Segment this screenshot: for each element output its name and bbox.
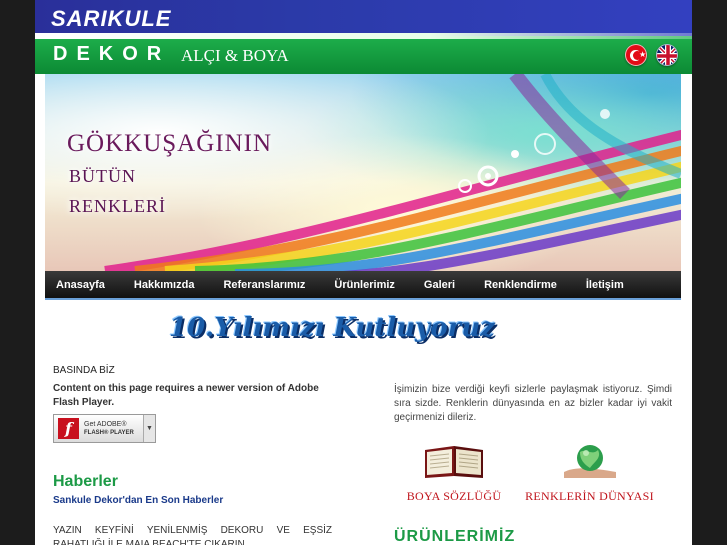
left-column: BASINDA BİZ Content on this page require… — [53, 365, 332, 545]
download-arrow-icon: ▼ — [143, 415, 155, 442]
news-subheading[interactable]: Sankule Dekor'dan En Son Haberler — [53, 495, 332, 506]
products-heading: ÜRÜNLERİMİZ — [394, 528, 516, 545]
main-nav: Anasayfa Hakkımızda Referanslarımız Ürün… — [45, 271, 681, 300]
intro-text: İşimizin bize verdiği keyfi sizlerle pay… — [394, 384, 672, 423]
turkish-flag-icon[interactable]: ★ — [625, 44, 647, 66]
paint-dictionary-link[interactable]: BOYA SÖZLÜĞÜ — [394, 442, 514, 504]
brand-tagline: ALÇI & BOYA — [181, 46, 289, 65]
brand-logo-bottom[interactable]: DEKOR — [53, 43, 170, 66]
hero-banner: GÖKKUŞAĞININ BÜTÜN RENKLERİ — [45, 74, 681, 271]
nav-iletisim[interactable]: İletişim — [586, 279, 624, 291]
brand-logo-top[interactable]: SARIKULE — [51, 6, 171, 32]
news-heading: Haberler — [53, 473, 118, 490]
banner-headline: GÖKKUŞAĞININ — [67, 130, 273, 157]
get-flash-player-button[interactable]: f Get ADOBE® FLASH® PLAYER ▼ — [53, 414, 156, 443]
nav-hakkimizda[interactable]: Hakkımızda — [134, 279, 195, 291]
anniversary-heading: 10.Yılımızı Kutluyoruz — [169, 313, 496, 343]
flash-required-message: Content on this page requires a newer ve… — [53, 383, 319, 408]
page-container: SARIKULE DEKOR ALÇI & BOYA ★ GÖKKUŞAĞINI… — [35, 0, 692, 545]
world-of-colors-label: RENKLERİN DÜNYASI — [525, 489, 654, 503]
banner-line-2: BÜTÜN — [69, 166, 136, 186]
header-divider — [35, 33, 692, 39]
nav-renklendirme[interactable]: Renklendirme — [484, 279, 557, 291]
flash-logo-icon: f — [58, 418, 79, 439]
site-header: SARIKULE DEKOR ALÇI & BOYA ★ — [35, 0, 692, 74]
nav-anasayfa[interactable]: Anasayfa — [56, 279, 105, 291]
banner-line-3: RENKLERİ — [69, 196, 166, 216]
flash-button-line1: Get ADOBE® — [84, 420, 127, 428]
press-label: BASINDA BİZ — [53, 365, 115, 376]
world-of-colors-link[interactable]: RENKLERİN DÜNYASI — [512, 442, 667, 504]
nav-galeri[interactable]: Galeri — [424, 279, 455, 291]
paint-dictionary-label: BOYA SÖZLÜĞÜ — [406, 489, 502, 503]
nav-referanslarimiz[interactable]: Referanslarımız — [223, 279, 305, 291]
nav-urunlerimiz[interactable]: Ürünlerimiz — [334, 279, 395, 291]
news-item-text[interactable]: YAZIN KEYFİNİ YENİLENMİŞ DEKORU VE EŞSİZ… — [53, 524, 332, 545]
book-icon — [425, 446, 483, 478]
rainbow-graphic — [104, 74, 681, 271]
uk-flag-icon[interactable] — [656, 44, 678, 66]
flash-button-line2: FLASH® PLAYER — [84, 429, 134, 436]
globe-hand-icon — [563, 445, 616, 478]
right-column: İşimizin bize verdiği keyfi sizlerle pay… — [394, 383, 672, 503]
